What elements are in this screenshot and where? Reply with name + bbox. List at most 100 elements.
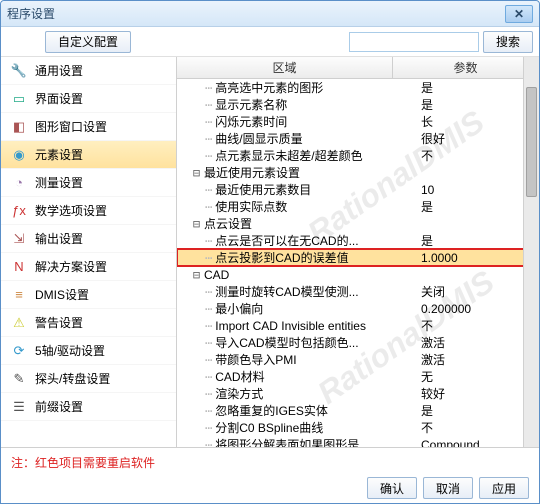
tree-row[interactable]: ⊟最近使用元素设置 [177,164,539,181]
sidebar-item-2[interactable]: ◧ 图形窗口设置 [1,113,176,141]
tree-value: 是 [421,232,433,249]
tree-leaf-icon: ⋯ [205,200,213,214]
sidebar-icon: ☰ [11,399,27,415]
tree-row[interactable]: ⋯曲线/圆显示质量很好 [177,130,539,147]
sidebar-item-11[interactable]: ✎探头/转盘设置 [1,365,176,393]
tree-row[interactable]: ⋯点云投影到CAD的误差值1.0000 [177,249,539,266]
tree-label: 显示元素名称 [213,96,287,113]
tree-toggle-icon[interactable]: ⊟ [191,268,202,282]
tree-row[interactable]: ⊟点云设置 [177,215,539,232]
tree-row[interactable]: ⋯导入CAD模型时包括颜色...激活 [177,334,539,351]
col-param[interactable]: 参数 [393,57,539,78]
sidebar-item-1[interactable]: ▭界面设置 [1,85,176,113]
sidebar-item-6[interactable]: ⇲输出设置 [1,225,176,253]
sidebar-icon: ⇲ [11,231,27,247]
tree-value: Compound [421,438,480,448]
tree-leaf-icon: ⋯ [205,81,213,95]
tree-leaf-icon: ⋯ [205,251,213,265]
tree-leaf-icon: ⋯ [205,285,213,299]
tree-leaf-icon: ⋯ [205,404,213,418]
custom-config-button[interactable]: 自定义配置 [45,31,131,53]
tree-label: CAD [202,268,229,282]
sidebar-item-label: 5轴/驱动设置 [35,342,105,359]
sidebar-item-label: 图形窗口设置 [35,118,107,135]
cancel-button[interactable]: 取消 [423,477,473,499]
sidebar-item-7[interactable]: N解决方案设置 [1,253,176,281]
tree-label: 测量时旋转CAD模型使测... [213,283,358,300]
sidebar-item-9[interactable]: ⚠警告设置 [1,309,176,337]
window-title: 程序设置 [7,5,505,22]
tree-leaf-icon: ⋯ [205,302,213,316]
tree-value: 关闭 [421,283,445,300]
tree-leaf-icon: ⋯ [205,98,213,112]
sidebar-item-8[interactable]: ≡DMIS设置 [1,281,176,309]
col-region[interactable]: 区域 [177,57,393,78]
tree-leaf-icon: ⋯ [205,370,213,384]
sidebar-item-label: 数学选项设置 [35,202,107,219]
tree-leaf-icon: ⋯ [205,353,213,367]
tree-row[interactable]: ⋯使用实际点数是 [177,198,539,215]
sidebar-item-3[interactable]: ◉元素设置 [1,141,176,169]
sidebar-icon: ▭ [11,91,27,107]
tree-label: 渲染方式 [213,385,263,402]
tree-label: 闪烁元素时间 [213,113,287,130]
sidebar-item-10[interactable]: ⟳5轴/驱动设置 [1,337,176,365]
sidebar-item-label: 测量设置 [35,174,83,191]
sidebar-item-5[interactable]: ƒx 数学选项设置 [1,197,176,225]
apply-button[interactable]: 应用 [479,477,529,499]
scrollbar-thumb[interactable] [526,87,537,197]
tree-value: 不 [421,317,433,334]
tree-value: 激活 [421,351,445,368]
search-button[interactable]: 搜索 [483,31,533,53]
tree-row[interactable]: ⋯CAD材料无 [177,368,539,385]
tree-value: 是 [421,96,433,113]
sidebar-icon: ◧ [11,119,27,135]
tree-value: 较好 [421,385,445,402]
tree-row[interactable]: ⋯将图形分解表面如果图形是Compound [177,436,539,447]
tree-row[interactable]: ⋯忽略重复的IGES实体是 [177,402,539,419]
tree-row[interactable]: ⋯点云是否可以在无CAD的...是 [177,232,539,249]
tree-row[interactable]: ⊟CAD [177,266,539,283]
tree-row[interactable]: ⋯渲染方式较好 [177,385,539,402]
tree-label: 点云设置 [202,215,252,232]
tree-leaf-icon: ⋯ [205,336,213,350]
tree-row[interactable]: ⋯高亮选中元素的图形是 [177,79,539,96]
tree-toggle-icon[interactable]: ⊟ [191,217,202,231]
ok-button[interactable]: 确认 [367,477,417,499]
tree-label: Import CAD Invisible entities [213,319,366,333]
tree-label: 点云投影到CAD的误差值 [213,249,348,266]
sidebar-item-0[interactable]: 🔧通用设置 [1,57,176,85]
tree-leaf-icon: ⋯ [205,438,213,448]
tree-value: 长 [421,113,433,130]
sidebar-item-4[interactable]: ◔ 测量设置 [1,169,176,197]
sidebar-item-12[interactable]: ☰前缀设置 [1,393,176,421]
tree-row[interactable]: ⋯带颜色导入PMI激活 [177,351,539,368]
sidebar: 🔧通用设置▭界面设置 ◧ 图形窗口设置 ◉元素设置 ◔ 测量设置 ƒx 数学选项设置 ⇲输出设置… [1,57,177,447]
restart-note: 注：红色项目需要重启软件 [11,454,529,471]
tree-value: 0.200000 [421,302,471,316]
tree-toggle-icon[interactable]: ⊟ [191,166,202,180]
sidebar-icon: ƒx [11,203,27,219]
sidebar-icon: ⚠ [11,315,27,331]
tree-row[interactable]: ⋯测量时旋转CAD模型使测... 关闭 [177,283,539,300]
tree-value: 是 [421,198,433,215]
tree-row[interactable]: ⋯Import CAD Invisible entities不 [177,317,539,334]
tree-row[interactable]: ⋯闪烁元素时间 长 [177,113,539,130]
tree-label: 最近使用元素设置 [202,164,300,181]
sidebar-icon: ◔ [11,175,27,191]
search-input[interactable] [349,32,479,52]
tree-leaf-icon: ⋯ [205,115,213,129]
tree-row[interactable]: ⋯最小偏向0.200000 [177,300,539,317]
tree-row[interactable]: ⋯分割C0 BSpline曲线不 [177,419,539,436]
tree-value: 很好 [421,130,445,147]
scrollbar[interactable] [523,57,539,447]
tree-label: 忽略重复的IGES实体 [213,402,328,419]
column-headers: 区域 参数 [177,57,539,79]
tree-row[interactable]: ⋯最近使用元素数目10 [177,181,539,198]
tree-row[interactable]: ⋯显示元素名称 是 [177,96,539,113]
close-button[interactable]: ✕ [505,5,533,23]
tree-label: 导入CAD模型时包括颜色... [213,334,358,351]
tree-row[interactable]: ⋯点元素显示未超差/超差颜色不 [177,147,539,164]
sidebar-icon: ≡ [11,287,27,303]
tree-leaf-icon: ⋯ [205,234,213,248]
